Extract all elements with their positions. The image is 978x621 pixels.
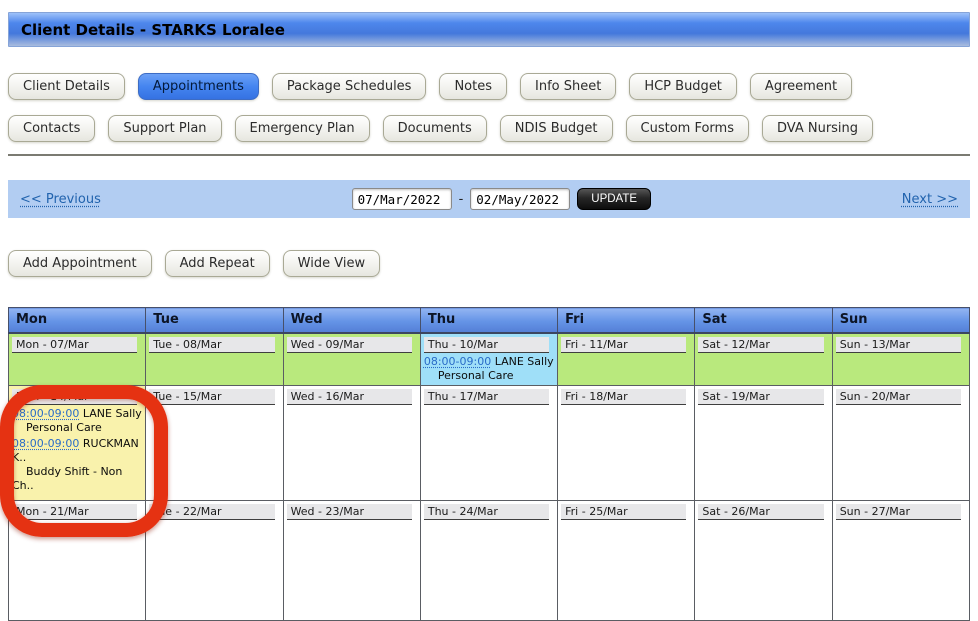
- calendar-cell: Tue - 15/Mar: [145, 385, 284, 501]
- calendar-cell: Wed - 16/Mar: [282, 385, 421, 501]
- calendar-cell: Sun - 20/Mar: [831, 385, 971, 501]
- date-range-separator: -: [458, 191, 464, 207]
- add-appointment-button[interactable]: Add Appointment: [8, 250, 152, 277]
- cell-date-label: Mon - 07/Mar: [12, 336, 138, 353]
- calendar-cell: Fri - 25/Mar: [557, 500, 696, 621]
- update-button[interactable]: UPDATE: [577, 188, 652, 210]
- tab-hcp-budget[interactable]: HCP Budget: [629, 73, 737, 100]
- day-header-fri: Fri: [557, 307, 696, 334]
- appointment-time-link[interactable]: 08:00-09:00: [424, 355, 491, 368]
- cell-date-label: Sun - 20/Mar: [835, 389, 961, 405]
- tab-row-secondary: Contacts Support Plan Emergency Plan Docume…: [8, 115, 970, 142]
- cell-date-label: Tue - 08/Mar: [149, 336, 275, 353]
- cell-date-label: Mon - 21/Mar: [12, 504, 138, 520]
- calendar-cell: Thu - 24/Mar: [419, 500, 559, 621]
- date-range-controls: - UPDATE: [351, 188, 652, 210]
- calendar-cell: Thu - 17/Mar: [419, 385, 559, 501]
- appointment-worker: LANE Sally: [82, 407, 142, 420]
- appointment-service: Buddy Shift - Non Ch..: [12, 465, 123, 493]
- calendar-cell: Tue - 22/Mar: [145, 500, 284, 621]
- appointment-entry: 08:00-09:00 LANE Sally Personal Care: [421, 353, 556, 383]
- appointment-entry: 08:00-09:00 RUCKMAN K.. Buddy Shift - Non…: [10, 435, 145, 493]
- day-header-thu: Thu: [419, 307, 559, 334]
- calendar-cell: Sat - 19/Mar: [694, 385, 833, 501]
- day-header-mon: Mon: [7, 307, 147, 334]
- tab-appointments[interactable]: Appointments: [137, 73, 259, 100]
- tab-contacts[interactable]: Contacts: [8, 115, 96, 142]
- cell-date-label: Tue - 22/Mar: [149, 504, 275, 520]
- cell-date-label: Fri - 18/Mar: [561, 389, 687, 405]
- calendar-cell: Sat - 26/Mar: [694, 500, 833, 621]
- client-details-page: Client Details - STARKS Loralee Client D…: [0, 12, 978, 621]
- calendar-cell: Sun - 27/Mar: [831, 500, 971, 621]
- tab-info-sheet[interactable]: Info Sheet: [520, 73, 617, 100]
- cell-date-label: Sun - 27/Mar: [835, 504, 961, 520]
- calendar-cell: Mon - 14/Mar 08:00-09:00 LANE Sally Person…: [7, 385, 147, 501]
- appointment-time-link[interactable]: 08:00-09:00: [12, 437, 79, 450]
- calendar-cell: Mon - 21/Mar: [7, 500, 147, 621]
- calendar-cell: Tue - 08/Mar: [145, 332, 284, 386]
- cell-date-label: Sat - 26/Mar: [698, 504, 824, 520]
- from-date-input[interactable]: [351, 188, 452, 210]
- appointments-calendar: Mon Tue Wed Thu Fri Sat Sun Mon - 07/Mar Tue - …: [7, 307, 971, 621]
- tab-row-primary: Client Details Appointments Package Schedu…: [8, 73, 970, 100]
- cell-date-label: Sun - 13/Mar: [835, 336, 961, 353]
- tab-ndis-budget[interactable]: NDIS Budget: [499, 115, 613, 142]
- tab-agreement[interactable]: Agreement: [749, 73, 853, 100]
- tab-dva-nursing[interactable]: DVA Nursing: [761, 115, 874, 142]
- day-header-sun: Sun: [831, 307, 971, 334]
- tab-client-details[interactable]: Client Details: [8, 73, 125, 100]
- calendar-cell: Mon - 07/Mar: [7, 332, 147, 386]
- to-date-input[interactable]: [470, 188, 571, 210]
- previous-link[interactable]: << Previous: [20, 192, 101, 207]
- date-navigation-bar: << Previous - UPDATE Next >>: [8, 180, 970, 218]
- tab-custom-forms[interactable]: Custom Forms: [625, 115, 749, 142]
- cell-date-label: Sat - 19/Mar: [698, 389, 824, 405]
- tab-package-schedules[interactable]: Package Schedules: [271, 73, 427, 100]
- cell-date-label: Tue - 15/Mar: [149, 389, 275, 405]
- cell-date-label: Sat - 12/Mar: [698, 336, 824, 353]
- calendar-week-row: Mon - 14/Mar 08:00-09:00 LANE Sally Person…: [7, 385, 971, 501]
- wide-view-button[interactable]: Wide View: [282, 250, 381, 277]
- cell-date-label: Thu - 24/Mar: [423, 504, 550, 520]
- tab-documents[interactable]: Documents: [382, 115, 487, 142]
- calendar-cell: Fri - 11/Mar: [557, 332, 696, 386]
- calendar-cell: Sun - 13/Mar: [831, 332, 971, 386]
- day-header-tue: Tue: [145, 307, 284, 334]
- cell-date-label: Fri - 25/Mar: [561, 504, 687, 520]
- appointment-service: Personal Care: [26, 421, 102, 435]
- cell-date-label: Wed - 23/Mar: [286, 504, 412, 520]
- tab-emergency-plan[interactable]: Emergency Plan: [234, 115, 370, 142]
- day-header-sat: Sat: [694, 307, 833, 334]
- appointment-time-link[interactable]: 08:00-09:00: [12, 407, 79, 420]
- tab-support-plan[interactable]: Support Plan: [108, 115, 222, 142]
- cell-date-label: Wed - 16/Mar: [286, 389, 412, 405]
- appointment-entry: 08:00-09:00 LANE Sally Personal Care: [10, 405, 145, 435]
- calendar-cell: Thu - 10/Mar 08:00-09:00 LANE Sally Person…: [419, 332, 559, 386]
- page-title: Client Details - STARKS Loralee: [8, 12, 970, 47]
- calendar-cell: Fri - 18/Mar: [557, 385, 696, 501]
- cell-date-label: Fri - 11/Mar: [561, 336, 687, 353]
- appointment-actions: Add Appointment Add Repeat Wide View: [8, 250, 970, 277]
- divider: [8, 154, 970, 156]
- cell-date-label: Thu - 17/Mar: [423, 389, 550, 405]
- calendar-cell: Sat - 12/Mar: [694, 332, 833, 386]
- cell-date-label: Wed - 09/Mar: [286, 336, 412, 353]
- day-header-wed: Wed: [282, 307, 421, 334]
- calendar-week-row: Mon - 07/Mar Tue - 08/Mar Wed - 09/Mar Thu …: [7, 332, 971, 386]
- add-repeat-button[interactable]: Add Repeat: [164, 250, 270, 277]
- cell-date-label: Mon - 14/Mar: [12, 389, 138, 405]
- appointment-worker: LANE Sally: [494, 354, 554, 368]
- calendar-cell: Wed - 09/Mar: [282, 332, 421, 386]
- cell-date-label: Thu - 10/Mar: [423, 336, 550, 353]
- calendar-week-row: Mon - 21/Mar Tue - 22/Mar Wed - 23/Mar Thu …: [7, 500, 971, 621]
- appointment-service: Personal Care: [437, 368, 514, 382]
- calendar-cell: Wed - 23/Mar: [282, 500, 421, 621]
- next-link[interactable]: Next >>: [902, 192, 958, 207]
- tab-notes[interactable]: Notes: [439, 73, 507, 100]
